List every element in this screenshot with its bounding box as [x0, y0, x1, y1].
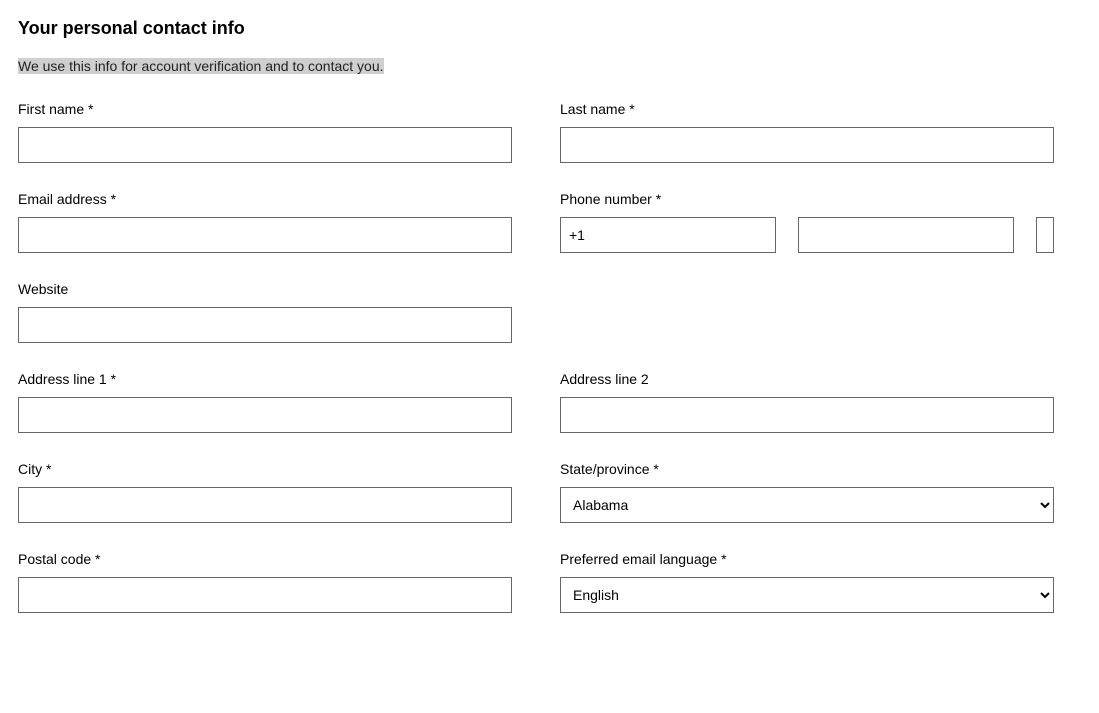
email-input[interactable] [18, 217, 512, 253]
website-input[interactable] [18, 307, 512, 343]
last-name-label: Last name * [560, 101, 1054, 117]
phone-label: Phone number * [560, 191, 1054, 207]
email-label: Email address * [18, 191, 512, 207]
contact-form: First name * Last name * Email address *… [18, 101, 1081, 613]
language-label: Preferred email language * [560, 551, 1054, 567]
last-name-input[interactable] [560, 127, 1054, 163]
language-select[interactable]: English [560, 577, 1054, 613]
address2-input[interactable] [560, 397, 1054, 433]
city-input[interactable] [18, 487, 512, 523]
address1-input[interactable] [18, 397, 512, 433]
phone-area-input[interactable] [798, 217, 1014, 253]
page-subtext: We use this info for account verificatio… [18, 58, 384, 74]
first-name-label: First name * [18, 101, 512, 117]
phone-number-input[interactable] [1036, 217, 1054, 253]
state-label: State/province * [560, 461, 1054, 477]
phone-country-input[interactable] [560, 217, 776, 253]
address2-label: Address line 2 [560, 371, 1054, 387]
state-select[interactable]: Alabama [560, 487, 1054, 523]
city-label: City * [18, 461, 512, 477]
address1-label: Address line 1 * [18, 371, 512, 387]
postal-label: Postal code * [18, 551, 512, 567]
first-name-input[interactable] [18, 127, 512, 163]
postal-input[interactable] [18, 577, 512, 613]
page-title: Your personal contact info [18, 18, 1081, 39]
website-label: Website [18, 281, 512, 297]
